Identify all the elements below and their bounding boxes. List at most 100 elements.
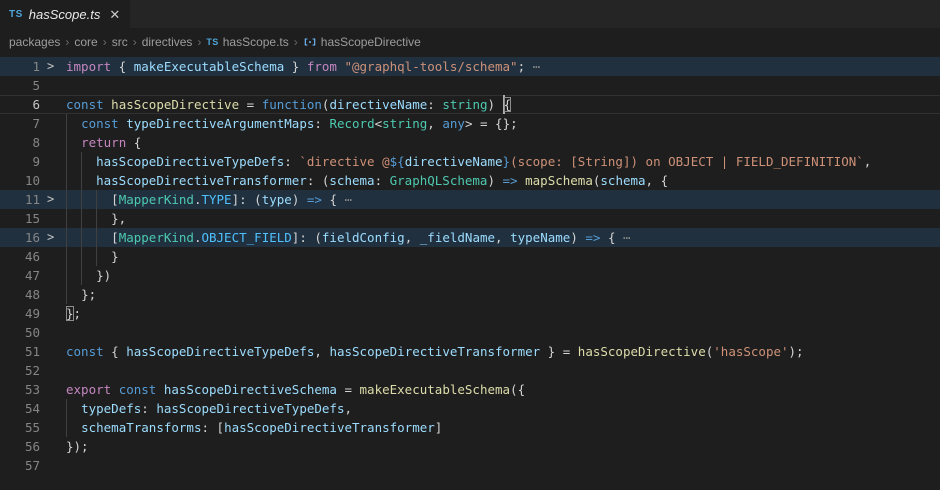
code-line[interactable]: 50 <box>0 323 940 342</box>
breadcrumb-item-packages[interactable]: packages <box>9 35 60 49</box>
code-token: { <box>104 344 127 359</box>
code-token: typeDefs <box>81 401 141 416</box>
breadcrumb-item-src[interactable]: src <box>112 35 128 49</box>
breadcrumb-separator-icon: › <box>197 35 201 49</box>
tab-hasScope[interactable]: TS hasScope.ts ✕ <box>0 0 130 28</box>
breadcrumb-label: hasScopeDirective <box>321 35 421 49</box>
line-number: 11 <box>0 190 40 209</box>
symbol-variable-icon <box>303 35 317 49</box>
code-token: , <box>405 230 420 245</box>
line-number: 52 <box>0 361 40 380</box>
fold-chevron-icon[interactable]: > <box>47 228 61 247</box>
code-token: `directive @ <box>299 154 389 169</box>
code-token: schema <box>600 173 645 188</box>
code-token: _fieldName <box>420 230 495 245</box>
code-token: ) <box>487 173 502 188</box>
code-token: < <box>375 116 383 131</box>
code-line[interactable]: 10 hasScopeDirectiveTransformer: (schema… <box>0 171 940 190</box>
code-token: typeName <box>510 230 570 245</box>
code-token: MapperKind <box>119 192 194 207</box>
close-icon[interactable]: ✕ <box>109 8 120 21</box>
code-text: hasScopeDirectiveTransformer: (schema: G… <box>66 171 668 190</box>
code-text: const hasScopeDirective = function(direc… <box>66 95 511 114</box>
code-token: } <box>66 306 74 321</box>
code-token: : <box>375 173 390 188</box>
code-token: makeExecutableSchema <box>134 59 285 74</box>
code-text: schemaTransforms: [hasScopeDirectiveTran… <box>66 418 442 437</box>
code-token: = <box>239 97 262 112</box>
code-token: , <box>495 230 510 245</box>
breadcrumb-label: src <box>112 35 128 49</box>
code-token: > = {}; <box>465 116 518 131</box>
code-token: , { <box>646 173 669 188</box>
code-token: hasScopeDirectiveTypeDefs <box>126 344 314 359</box>
code-token: mapSchema <box>525 173 593 188</box>
code-token: ; <box>518 59 533 74</box>
code-line[interactable]: 15 }, <box>0 209 940 228</box>
code-line[interactable]: 49}; <box>0 304 940 323</box>
code-token: : <box>141 401 156 416</box>
code-text: }; <box>66 285 96 304</box>
breadcrumb-item-hasScope.ts[interactable]: TS hasScope.ts <box>206 35 288 49</box>
code-token: { <box>111 59 134 74</box>
code-token: ); <box>789 344 804 359</box>
code-token: typeDirectiveArgumentMaps <box>126 116 314 131</box>
fold-chevron-icon[interactable]: > <box>47 57 61 76</box>
code-line[interactable]: 5 <box>0 76 940 95</box>
line-number: 51 <box>0 342 40 361</box>
code-line[interactable]: 48 }; <box>0 285 940 304</box>
fold-chevron-icon[interactable]: > <box>47 190 61 209</box>
breadcrumb-label: core <box>74 35 97 49</box>
code-token <box>156 382 164 397</box>
code-token: }; <box>81 287 96 302</box>
code-line[interactable]: 9 hasScopeDirectiveTypeDefs: `directive … <box>0 152 940 171</box>
indent-whitespace <box>66 230 111 245</box>
code-line[interactable]: 51const { hasScopeDirectiveTypeDefs, has… <box>0 342 940 361</box>
typescript-file-icon: TS <box>206 37 218 47</box>
indent-whitespace <box>66 154 96 169</box>
line-number: 5 <box>0 76 40 95</box>
code-line[interactable]: 1>import { makeExecutableSchema } from "… <box>0 57 940 76</box>
tab-bar: TS hasScope.ts ✕ <box>0 0 940 28</box>
code-text: }); <box>66 437 89 456</box>
code-line[interactable]: 55 schemaTransforms: [hasScopeDirectiveT… <box>0 418 940 437</box>
line-number: 1 <box>0 57 40 76</box>
code-token: , <box>345 401 353 416</box>
code-line[interactable]: 53export const hasScopeDirectiveSchema =… <box>0 380 940 399</box>
code-line[interactable]: 6const hasScopeDirective = function(dire… <box>0 95 940 114</box>
code-line[interactable]: 11> [MapperKind.TYPE]: (type) => { ⋯ <box>0 190 940 209</box>
code-line[interactable]: 46 } <box>0 247 940 266</box>
breadcrumb-item-core[interactable]: core <box>74 35 97 49</box>
code-token: const <box>66 97 104 112</box>
code-token: { <box>126 135 141 150</box>
breadcrumb-label: hasScope.ts <box>223 35 289 49</box>
code-token: export <box>66 382 111 397</box>
indent-whitespace <box>66 420 81 435</box>
code-line[interactable]: 8 return { <box>0 133 940 152</box>
breadcrumb-item-directives[interactable]: directives <box>142 35 193 49</box>
code-line[interactable]: 7 const typeDirectiveArgumentMaps: Recor… <box>0 114 940 133</box>
breadcrumb-item-hasScopeDirective[interactable]: hasScopeDirective <box>303 35 421 49</box>
code-token: } = <box>540 344 578 359</box>
code-line[interactable]: 52 <box>0 361 940 380</box>
code-token: type <box>262 192 292 207</box>
code-token: ⋯ <box>533 59 541 74</box>
code-token: [ <box>111 230 119 245</box>
code-token: hasScopeDirectiveTransformer <box>329 344 540 359</box>
line-number: 10 <box>0 171 40 190</box>
code-line[interactable]: 56}); <box>0 437 940 456</box>
code-text: export const hasScopeDirectiveSchema = m… <box>66 380 525 399</box>
code-token: return <box>81 135 126 150</box>
code-token: ⋯ <box>345 192 353 207</box>
line-number: 49 <box>0 304 40 323</box>
code-token: schema <box>329 173 374 188</box>
indent-whitespace <box>66 135 81 150</box>
code-token: hasScopeDirectiveSchema <box>164 382 337 397</box>
code-line[interactable]: 47 }) <box>0 266 940 285</box>
line-number: 16 <box>0 228 40 247</box>
code-line[interactable]: 57 <box>0 456 940 475</box>
code-line[interactable]: 54 typeDefs: hasScopeDirectiveTypeDefs, <box>0 399 940 418</box>
indent-whitespace <box>66 211 111 226</box>
code-line[interactable]: 16> [MapperKind.OBJECT_FIELD]: (fieldCon… <box>0 228 940 247</box>
code-token: makeExecutableSchema <box>360 382 511 397</box>
